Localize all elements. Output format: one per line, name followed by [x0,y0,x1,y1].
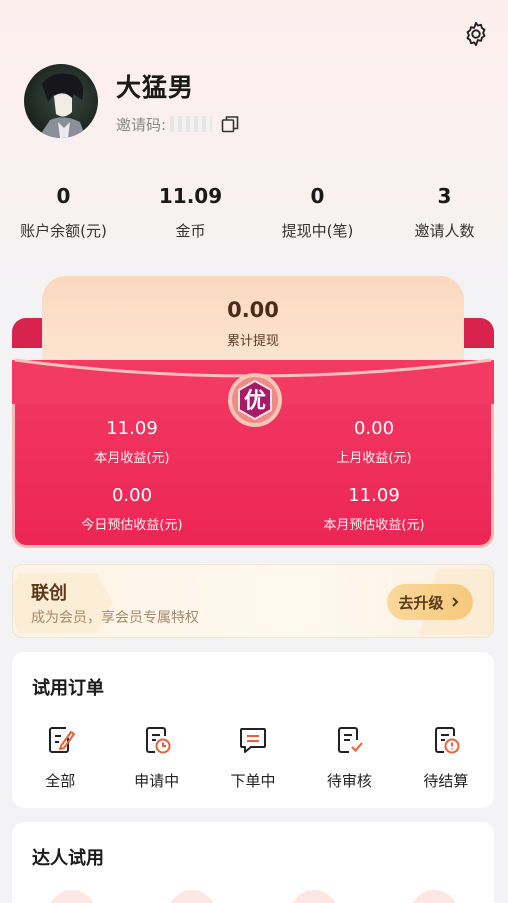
order-tab-label: 全部 [45,772,76,790]
earning-label: 本月预估收益(元) [323,518,425,533]
stat-label: 提现中(笔) [281,222,354,240]
stat-balance[interactable]: 0 账户余额(元) [0,184,127,241]
copy-icon[interactable] [220,114,240,134]
earning-month-estimate[interactable]: 11.09 本月预估收益(元) [274,485,474,533]
order-tab-label: 申请中 [134,772,180,790]
earning-label: 今日预估收益(元) [81,518,183,533]
order-tab-applying[interactable]: 申请中 [108,724,204,791]
alert-doc-icon [434,727,460,754]
earning-label: 本月收益(元) [94,451,170,466]
invite-code-value [170,116,213,132]
expert-trial-icons [50,890,456,903]
profile-header: 大猛男 邀请码: [24,64,240,138]
stat-label: 金币 [175,222,206,240]
username: 大猛男 [116,72,195,102]
check-doc-icon [338,727,364,753]
membership-banner[interactable]: 联创 成为会员，享会员专属特权 去升级 [12,564,494,638]
order-tab-settling[interactable]: 待结算 [398,724,494,791]
membership-title: 联创 [31,583,67,604]
stat-value: 11.09 [158,184,223,208]
stat-value: 3 [437,184,452,208]
expert-trial-title: 达人试用 [32,848,104,869]
stat-value: 0 [56,184,71,208]
total-withdraw-value: 0.00 [227,298,279,322]
earning-value: 11.09 [106,418,158,439]
trial-orders-card: 试用订单 全部 申请中 下单中 待审核 待结算 [12,652,494,808]
earning-label: 上月收益(元) [336,451,412,466]
upgrade-button[interactable]: 去升级 [387,584,473,620]
edit-doc-icon [49,727,76,753]
earnings-envelope-card: 0.00 累计提现 优 11.09 本月收益(元) 0.00 上月收益(元) 0… [12,276,494,548]
trial-orders-title: 试用订单 [32,678,104,699]
stat-coins[interactable]: 11.09 金币 [127,184,254,241]
settings-gear-icon[interactable] [462,20,490,48]
avatar[interactable] [24,64,98,138]
invite-code-label: 邀请码: [116,115,167,134]
svg-text:优: 优 [244,388,266,414]
order-tab-all[interactable]: 全部 [12,724,108,791]
earning-value: 0.00 [353,418,395,439]
order-tab-label: 待结算 [423,772,469,790]
stat-label: 账户余额(元) [20,222,107,240]
earning-this-month[interactable]: 11.09 本月收益(元) [32,418,232,466]
earning-last-month[interactable]: 0.00 上月收益(元) [274,418,474,466]
earning-value: 0.00 [111,485,153,506]
stat-label: 邀请人数 [414,222,475,240]
stat-value: 0 [310,184,325,208]
clock-doc-icon [145,727,171,754]
stat-invites[interactable]: 3 邀请人数 [381,184,508,241]
earning-value: 11.09 [348,485,400,506]
account-stats: 0 账户余额(元) 11.09 金币 0 提现中(笔) 3 邀请人数 [0,184,508,241]
chat-icon [240,728,267,753]
order-tab-label: 待审核 [326,772,372,790]
stat-withdrawing[interactable]: 0 提现中(笔) [254,184,381,241]
order-tab-reviewing[interactable]: 待审核 [301,724,397,791]
expert-trial-card: 达人试用 [12,822,494,903]
order-tab-label: 下单中 [230,772,276,790]
upgrade-button-label: 去升级 [398,593,444,612]
total-withdraw-label: 累计提现 [226,334,279,349]
membership-subtitle: 成为会员，享会员专属特权 [31,610,199,626]
earning-today-estimate[interactable]: 0.00 今日预估收益(元) [32,485,232,533]
chevron-right-icon [451,597,458,607]
order-tab-ordering[interactable]: 下单中 [205,724,301,791]
